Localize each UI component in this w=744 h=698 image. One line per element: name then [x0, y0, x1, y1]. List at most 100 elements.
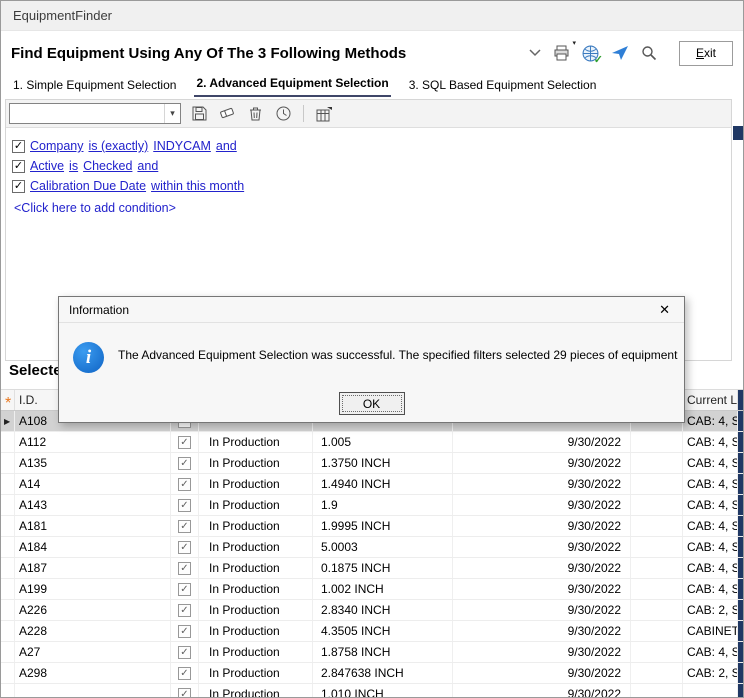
- toolbar-separator: [303, 105, 304, 122]
- row-checkbox[interactable]: [178, 625, 191, 638]
- search-icon[interactable]: [641, 45, 657, 61]
- cell-value: 1.3750 INCH: [313, 453, 453, 473]
- saved-filter-combobox[interactable]: ▾: [9, 103, 181, 124]
- table-row[interactable]: A181 In Production 1.9995 INCH 9/30/2022…: [1, 516, 744, 537]
- row-select-marker-cell: [1, 621, 15, 641]
- condition-row-calibration-due: Calibration Due Date within this month: [12, 176, 725, 196]
- table-row[interactable]: A14 In Production 1.4940 INCH 9/30/2022 …: [1, 474, 744, 495]
- table-row[interactable]: In Production 1.010 INCH 9/30/2022: [1, 684, 744, 698]
- cell-extra: [631, 474, 683, 494]
- condition-field-link[interactable]: Company: [30, 139, 84, 153]
- tab-sql-equipment-selection[interactable]: 3. SQL Based Equipment Selection: [407, 78, 599, 97]
- cell-checkbox: [171, 600, 199, 620]
- cell-extra: [631, 579, 683, 599]
- row-checkbox[interactable]: [178, 478, 191, 491]
- equipment-table: * I.D. Current L A108 CAB: 4, SH A112 In…: [1, 389, 744, 698]
- condition-checkbox[interactable]: [12, 140, 25, 153]
- save-filter-icon[interactable]: [189, 104, 209, 124]
- condition-operator-link[interactable]: is (exactly): [89, 139, 149, 153]
- add-condition-link[interactable]: <Click here to add condition>: [12, 198, 725, 218]
- header-current-location[interactable]: Current L: [683, 390, 738, 410]
- cell-current-location: CAB: 4, SH: [683, 474, 738, 494]
- close-icon[interactable]: ✕: [655, 302, 674, 318]
- condition-value-link[interactable]: Checked: [83, 159, 132, 173]
- tab-bar: 1. Simple Equipment Selection 2. Advance…: [1, 75, 743, 97]
- row-checkbox[interactable]: [178, 604, 191, 617]
- cell-current-location: CAB: 4, SH: [683, 558, 738, 578]
- cell-value: 1.002 INCH: [313, 579, 453, 599]
- cell-current-location: CAB: 4, SH: [683, 411, 738, 431]
- cell-value: 4.3505 INCH: [313, 621, 453, 641]
- cell-extra: [631, 537, 683, 557]
- cell-id: [15, 684, 171, 698]
- table-row[interactable]: A135 In Production 1.3750 INCH 9/30/2022…: [1, 453, 744, 474]
- row-checkbox[interactable]: [178, 520, 191, 533]
- tab-advanced-equipment-selection[interactable]: 2. Advanced Equipment Selection: [194, 76, 390, 97]
- row-checkbox[interactable]: [178, 583, 191, 596]
- row-checkbox[interactable]: [178, 457, 191, 470]
- cell-checkbox: [171, 474, 199, 494]
- condition-field-link[interactable]: Calibration Due Date: [30, 179, 146, 193]
- send-icon[interactable]: [611, 45, 629, 61]
- delete-filter-trash-icon[interactable]: [245, 104, 265, 124]
- table-row[interactable]: A27 In Production 1.8758 INCH 9/30/2022 …: [1, 642, 744, 663]
- tab-simple-equipment-selection[interactable]: 1. Simple Equipment Selection: [11, 78, 178, 97]
- row-checkbox[interactable]: [178, 499, 191, 512]
- cell-value: 2.847638 INCH: [313, 663, 453, 683]
- row-checkbox[interactable]: [178, 667, 191, 680]
- condition-value-link[interactable]: INDYCAM: [153, 139, 211, 153]
- condition-conjunction-link[interactable]: and: [216, 139, 237, 153]
- row-checkbox[interactable]: [178, 562, 191, 575]
- table-row[interactable]: A187 In Production 0.1875 INCH 9/30/2022…: [1, 558, 744, 579]
- condition-operator-link[interactable]: within this month: [151, 179, 244, 193]
- ok-button[interactable]: OK: [339, 392, 405, 415]
- dialog-message: The Advanced Equipment Selection was suc…: [118, 348, 677, 362]
- column-layout-grid-icon[interactable]: [314, 104, 334, 124]
- row-select-marker-cell: [1, 600, 15, 620]
- condition-operator-link[interactable]: is: [69, 159, 78, 173]
- table-row[interactable]: A226 In Production 2.8340 INCH 9/30/2022…: [1, 600, 744, 621]
- row-select-marker-cell: [1, 453, 15, 473]
- print-icon[interactable]: ▾: [553, 45, 570, 61]
- table-row[interactable]: A112 In Production 1.005 9/30/2022 CAB: …: [1, 432, 744, 453]
- cell-extra: [631, 621, 683, 641]
- cell-id: A187: [15, 558, 171, 578]
- table-row[interactable]: A143 In Production 1.9 9/30/2022 CAB: 4,…: [1, 495, 744, 516]
- exit-button[interactable]: Exit: [679, 41, 733, 66]
- cell-id: A298: [15, 663, 171, 683]
- cell-due-date: 9/30/2022: [453, 495, 631, 515]
- cell-status: In Production: [199, 579, 313, 599]
- row-checkbox[interactable]: [178, 646, 191, 659]
- row-checkbox[interactable]: [178, 541, 191, 554]
- condition-checkbox[interactable]: [12, 160, 25, 173]
- cell-id: A228: [15, 621, 171, 641]
- table-row[interactable]: A228 In Production 4.3505 INCH 9/30/2022…: [1, 621, 744, 642]
- cell-checkbox: [171, 558, 199, 578]
- row-select-marker-cell: [1, 495, 15, 515]
- table-row[interactable]: A184 In Production 5.0003 9/30/2022 CAB:…: [1, 537, 744, 558]
- combo-dropdown-arrow-icon[interactable]: ▾: [164, 104, 180, 123]
- cell-extra: [631, 453, 683, 473]
- app-window: EquipmentFinder Find Equipment Using Any…: [0, 0, 744, 698]
- row-select-marker-cell: [1, 432, 15, 452]
- cell-extra: [631, 600, 683, 620]
- globe-check-icon[interactable]: ✓: [582, 45, 599, 62]
- cell-id: A184: [15, 537, 171, 557]
- condition-conjunction-link[interactable]: and: [137, 159, 158, 173]
- row-select-marker-cell: [1, 558, 15, 578]
- chevron-down-icon[interactable]: [529, 49, 541, 57]
- history-clock-icon[interactable]: [273, 104, 293, 124]
- cell-id: A27: [15, 642, 171, 662]
- information-dialog: Information ✕ The Advanced Equipment Sel…: [58, 296, 685, 423]
- titlebar: EquipmentFinder: [1, 1, 743, 31]
- table-row[interactable]: A298 In Production 2.847638 INCH 9/30/20…: [1, 663, 744, 684]
- clear-filter-eraser-icon[interactable]: [217, 104, 237, 124]
- row-checkbox[interactable]: [178, 436, 191, 449]
- condition-checkbox[interactable]: [12, 180, 25, 193]
- condition-field-link[interactable]: Active: [30, 159, 64, 173]
- equipment-table-body: A108 CAB: 4, SH A112 In Production 1.005…: [1, 411, 744, 698]
- cell-status: In Production: [199, 516, 313, 536]
- cell-current-location: CAB: 4, SH: [683, 642, 738, 662]
- table-row[interactable]: A199 In Production 1.002 INCH 9/30/2022 …: [1, 579, 744, 600]
- row-checkbox[interactable]: [178, 688, 191, 698]
